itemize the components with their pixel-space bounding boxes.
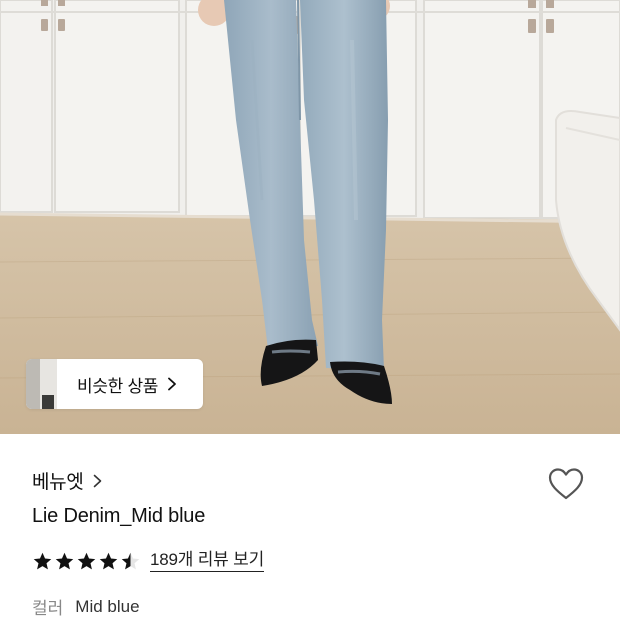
product-image[interactable]: 비슷한 상품 (0, 0, 620, 434)
star-icon (54, 551, 75, 572)
star-icon (98, 551, 119, 572)
rating-stars (32, 551, 141, 572)
color-option-label: 컬러 (32, 599, 64, 618)
heart-outline-icon (548, 468, 584, 500)
star-icon (32, 551, 53, 572)
star-half-icon (120, 551, 141, 572)
color-option-value: Mid blue (75, 596, 140, 616)
chevron-right-icon (93, 474, 102, 488)
brand-name: 베뉴엣 (32, 472, 84, 493)
similar-products-label: 비슷한 상품 (77, 376, 159, 396)
star-icon (76, 551, 97, 572)
similar-product-thumbnail (26, 359, 57, 409)
review-count-link[interactable]: 189개 리뷰 보기 (150, 550, 264, 572)
wishlist-button[interactable] (546, 465, 586, 503)
similar-products-button[interactable]: 비슷한 상품 (26, 359, 203, 409)
rating-row: 189개 리뷰 보기 (32, 549, 264, 573)
chevron-right-icon (167, 377, 177, 391)
product-title: Lie Denim_Mid blue (32, 505, 206, 527)
brand-link[interactable]: 베뉴엣 (32, 467, 102, 494)
color-option-row: 컬러 Mid blue (32, 594, 140, 619)
